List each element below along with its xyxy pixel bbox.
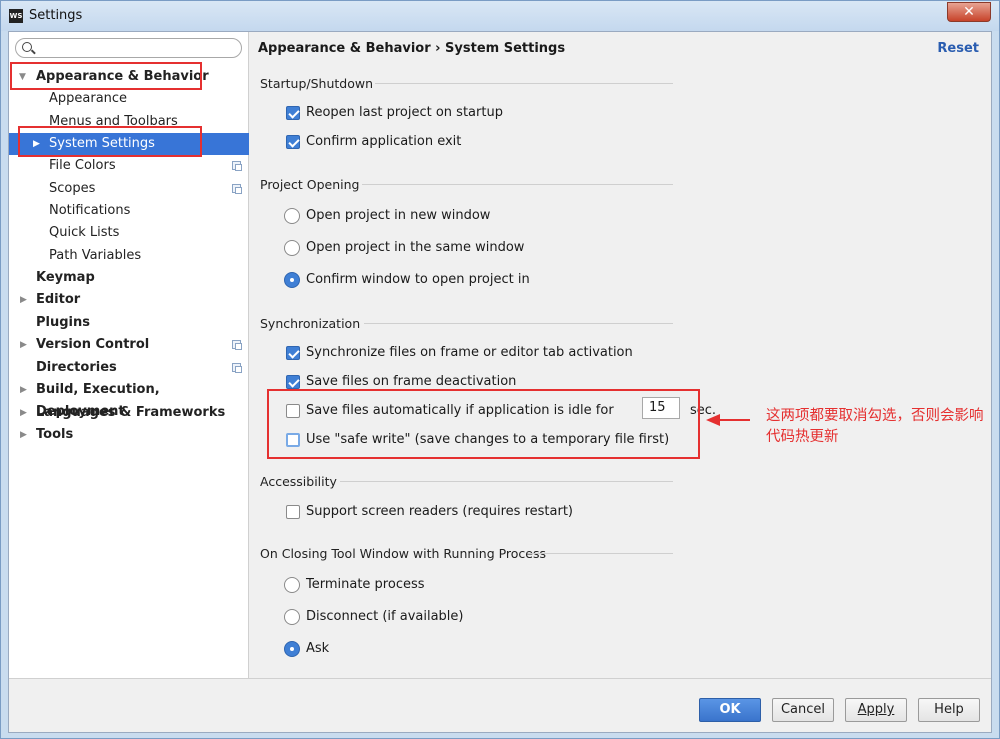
section-divider xyxy=(362,184,673,185)
tree-item-editor[interactable]: ▶ Editor xyxy=(9,289,249,311)
breadcrumb: Appearance & Behavior › System Settings xyxy=(258,41,566,56)
search-icon xyxy=(22,42,32,52)
tree-item-label: Path Variables xyxy=(49,248,142,263)
annotation-box-system-settings xyxy=(18,126,202,157)
annotation-note: 这两项都要取消勾选，否则会影响代码热更新 xyxy=(766,408,984,445)
collapsed-arrow-icon[interactable]: ▶ xyxy=(20,334,27,356)
tree-item-version-control[interactable]: ▶ Version Control xyxy=(9,334,249,356)
section-title-project-opening: Project Opening xyxy=(260,177,360,192)
footer-divider xyxy=(9,678,991,679)
tree-item-quick-lists[interactable]: Quick Lists xyxy=(9,222,249,244)
cancel-button[interactable]: Cancel xyxy=(772,698,834,722)
collapsed-arrow-icon[interactable]: ▶ xyxy=(20,289,27,311)
annotation-arrow-icon xyxy=(706,414,750,426)
tree-item-directories[interactable]: Directories xyxy=(9,357,249,379)
project-scope-icon xyxy=(232,184,242,194)
tree-item-label: Keymap xyxy=(36,270,95,285)
project-scope-icon xyxy=(232,161,242,171)
project-scope-icon xyxy=(232,363,242,373)
tree-item-file-colors[interactable]: File Colors xyxy=(9,155,249,177)
tree-item-label: Languages & Frameworks xyxy=(36,405,226,420)
project-scope-icon xyxy=(232,340,242,350)
tree-item-label: Quick Lists xyxy=(49,225,120,240)
tree-item-label: Plugins xyxy=(36,315,90,330)
tree-item-label: Tools xyxy=(36,427,74,442)
checkbox-label: Confirm application exit xyxy=(306,134,462,149)
ask-radio[interactable] xyxy=(284,641,300,657)
app-icon: WS xyxy=(9,9,23,23)
section-divider xyxy=(340,481,673,482)
annotation-box-appearance xyxy=(10,62,202,90)
settings-window: WS Settings ✕ ▼ Appearance & Behavior Ap… xyxy=(0,0,1000,739)
tree-item-label: Notifications xyxy=(49,203,131,218)
tree-item-appearance[interactable]: Appearance xyxy=(9,88,249,110)
radio-label: Confirm window to open project in xyxy=(306,272,530,287)
collapsed-arrow-icon[interactable]: ▶ xyxy=(20,424,27,446)
annotation-box-sync-options xyxy=(267,389,700,459)
terminate-radio[interactable] xyxy=(284,577,300,593)
section-title-closing: On Closing Tool Window with Running Proc… xyxy=(260,546,547,561)
tree-item-label: File Colors xyxy=(49,158,116,173)
radio-label: Ask xyxy=(306,641,330,656)
apply-button[interactable]: Apply xyxy=(845,698,907,722)
confirm-exit-checkbox[interactable] xyxy=(286,135,300,149)
open-new-window-radio[interactable] xyxy=(284,208,300,224)
collapsed-arrow-icon[interactable]: ▶ xyxy=(20,402,27,424)
radio-label: Open project in new window xyxy=(306,208,491,223)
save-deactivation-checkbox[interactable] xyxy=(286,375,300,389)
section-title-synchronization: Synchronization xyxy=(260,316,361,331)
open-same-window-radio[interactable] xyxy=(284,240,300,256)
tree-item-keymap[interactable]: Keymap xyxy=(9,267,249,289)
tree-item-label: Scopes xyxy=(49,181,96,196)
tree-item-tools[interactable]: ▶ Tools xyxy=(9,424,249,446)
reset-link[interactable]: Reset xyxy=(937,41,979,56)
section-title-startup: Startup/Shutdown xyxy=(260,76,374,91)
tree-item-scopes[interactable]: Scopes xyxy=(9,178,249,200)
tree-item-notifications[interactable]: Notifications xyxy=(9,200,249,222)
tree-item-path-variables[interactable]: Path Variables xyxy=(9,245,249,267)
window-title: Settings xyxy=(29,8,83,23)
checkbox-label: Synchronize files on frame or editor tab… xyxy=(306,345,633,360)
section-divider xyxy=(364,323,673,324)
collapsed-arrow-icon[interactable]: ▶ xyxy=(20,379,27,401)
tree-item-label: Editor xyxy=(36,292,81,307)
tree-item-label: Version Control xyxy=(36,337,150,352)
search-input[interactable] xyxy=(36,40,236,56)
section-title-accessibility: Accessibility xyxy=(260,474,337,489)
tree-item-label: Directories xyxy=(36,360,117,375)
radio-label: Disconnect (if available) xyxy=(306,609,464,624)
radio-label: Terminate process xyxy=(306,577,425,592)
title-bar: WS Settings ✕ xyxy=(1,1,999,31)
tree-item-label: Appearance xyxy=(49,91,128,106)
help-button[interactable]: Help xyxy=(918,698,980,722)
sync-files-checkbox[interactable] xyxy=(286,346,300,360)
checkbox-label: Reopen last project on startup xyxy=(306,105,503,120)
radio-label: Open project in the same window xyxy=(306,240,525,255)
ok-button[interactable]: OK xyxy=(699,698,761,722)
confirm-window-radio[interactable] xyxy=(284,272,300,288)
reopen-project-checkbox[interactable] xyxy=(286,106,300,120)
section-divider xyxy=(375,83,673,84)
tree-item-plugins[interactable]: Plugins xyxy=(9,312,249,334)
screen-readers-checkbox[interactable] xyxy=(286,505,300,519)
checkbox-label: Support screen readers (requires restart… xyxy=(306,504,573,519)
settings-main-panel: Appearance & Behavior › System Settings … xyxy=(250,32,991,678)
search-box[interactable] xyxy=(15,38,242,58)
close-button[interactable]: ✕ xyxy=(947,2,991,22)
section-divider xyxy=(528,553,673,554)
disconnect-radio[interactable] xyxy=(284,609,300,625)
tree-item-build-execution[interactable]: ▶ Build, Execution, Deployment xyxy=(9,379,249,419)
tree-item-languages[interactable]: ▶ Languages & Frameworks xyxy=(9,402,249,424)
